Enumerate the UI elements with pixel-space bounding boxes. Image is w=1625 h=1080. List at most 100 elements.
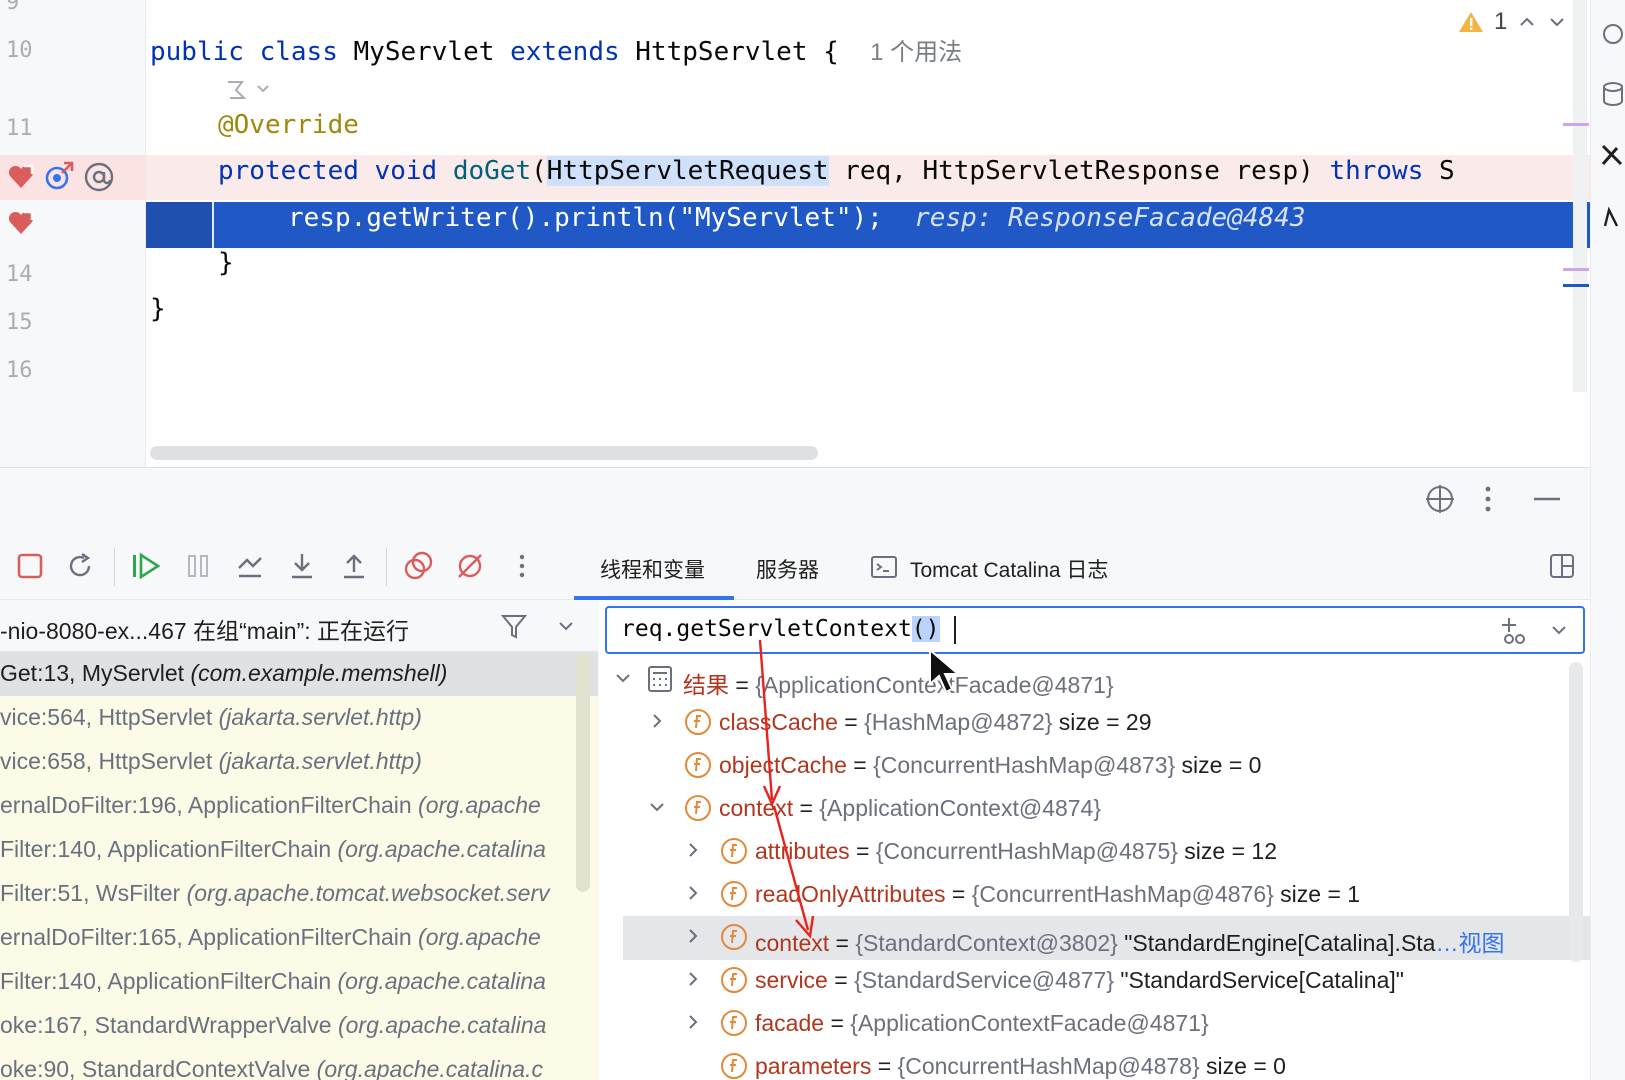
chevron-right-icon[interactable]: [683, 969, 703, 989]
stop-button[interactable]: [12, 548, 48, 584]
chevron-down-icon[interactable]: [1547, 12, 1567, 32]
stack-frame[interactable]: vice:564, HttpServlet (jakarta.servlet.h…: [0, 696, 598, 740]
tree-row-field[interactable]: parameters = {ConcurrentHashMap@4878} si…: [599, 1045, 1590, 1080]
tab-tomcat-log[interactable]: Tomcat Catalina 日志: [910, 554, 1108, 584]
chevron-right-icon[interactable]: [683, 1012, 703, 1032]
view-link[interactable]: …视图: [1435, 930, 1504, 956]
step-over-icon: [238, 557, 262, 578]
field-icon: [721, 838, 747, 864]
tree-row-field[interactable]: objectCache = {ConcurrentHashMap@4873} s…: [599, 744, 1590, 788]
chevron-right-icon[interactable]: [647, 711, 667, 731]
layout-icon[interactable]: [1548, 552, 1576, 580]
chevron-down-icon[interactable]: [613, 668, 633, 688]
notifications-icon[interactable]: [1595, 20, 1623, 48]
add-watch-icon[interactable]: [1497, 616, 1529, 646]
warning-count: 1: [1494, 8, 1508, 35]
usage-hint[interactable]: 1 个用法: [870, 39, 962, 66]
method-breakpoint-icon[interactable]: [6, 162, 36, 192]
tree-row-field-selected[interactable]: context = {StandardContext@3802} "Standa…: [623, 916, 1590, 960]
mute-breakpoints-button[interactable]: [452, 548, 488, 584]
step-over-button[interactable]: [232, 548, 268, 584]
endpoint-icon[interactable]: [82, 160, 116, 194]
stop-icon: [17, 553, 43, 579]
editor-horizontal-scrollbar[interactable]: [150, 446, 818, 460]
ai-assistant-icon[interactable]: [1595, 142, 1623, 170]
stack-frame[interactable]: vice:658, HttpServlet (jakarta.servlet.h…: [0, 740, 598, 784]
step-out-button[interactable]: [336, 548, 372, 584]
line-number: 15: [6, 310, 33, 335]
chevron-down-icon[interactable]: [1549, 620, 1569, 640]
tree-row-result[interactable]: 结果 = {ApplicationContextFacade@4871}: [599, 658, 1590, 702]
maven-icon[interactable]: [1595, 204, 1623, 232]
resume-button[interactable]: [128, 548, 164, 584]
frames-pane: -nio-8080-ex...467 在组“main”: 正在运行 Get:13…: [0, 600, 598, 1080]
tree-row-field[interactable]: classCache = {HashMap@4872} size = 29: [599, 701, 1590, 745]
code-editor[interactable]: 9 10 11 14 15 16 public class MyServlet …: [0, 0, 1590, 467]
chevron-down-icon[interactable]: [647, 797, 667, 817]
frames-scrollbar[interactable]: [576, 652, 590, 892]
database-icon[interactable]: [1595, 80, 1623, 108]
debug-tool-window: 线程和变量 服务器 Tomcat Catalina 日志 -nio-8080-e…: [0, 467, 1590, 1080]
mouse-cursor-icon: [929, 648, 961, 694]
variables-scrollbar[interactable]: [1569, 662, 1583, 962]
field-icon: [721, 1053, 747, 1079]
chevron-up-icon[interactable]: [1517, 12, 1537, 32]
execution-line-indent: [146, 202, 214, 248]
filter-icon[interactable]: [500, 612, 528, 640]
crosshair-icon[interactable]: [1424, 483, 1456, 515]
change-marker: [1563, 268, 1589, 271]
chevron-down-icon[interactable]: [556, 616, 576, 636]
tree-row-field[interactable]: service = {StandardService@4877} "Standa…: [599, 959, 1590, 1003]
evaluate-expression-input[interactable]: req.getServletContext(): [605, 606, 1585, 654]
toolbar-separator: [114, 548, 115, 586]
rerun-button[interactable]: [62, 548, 98, 584]
tree-row-field[interactable]: readOnlyAttributes = {ConcurrentHashMap@…: [599, 873, 1590, 917]
stack-frame[interactable]: ernalDoFilter:196, ApplicationFilterChai…: [0, 784, 598, 828]
inspection-widget[interactable]: 1: [1458, 8, 1567, 36]
stack-frame[interactable]: oke:90, StandardContextValve (org.apache…: [0, 1048, 598, 1080]
right-tool-strip: [1590, 0, 1625, 1080]
pause-button[interactable]: [180, 548, 216, 584]
mute-breakpoints-icon: [458, 554, 482, 578]
change-marker: [1563, 123, 1589, 126]
line-breakpoint-icon[interactable]: [6, 208, 36, 238]
chevron-right-icon[interactable]: [683, 926, 703, 946]
more-vertical-icon: [519, 554, 525, 578]
stack-frame[interactable]: Filter:51, WsFilter (org.apache.tomcat.w…: [0, 872, 598, 916]
console-icon: [871, 556, 897, 578]
thread-selector[interactable]: -nio-8080-ex...467 在组“main”: 正在运行: [0, 600, 598, 652]
rerun-icon: [69, 553, 91, 577]
chevron-right-icon[interactable]: [683, 840, 703, 860]
stack-frame[interactable]: Get:13, MyServlet (com.example.memshell): [0, 652, 598, 696]
tab-services[interactable]: 服务器: [756, 554, 819, 584]
text-caret: [954, 616, 956, 644]
panel-header: [0, 468, 1590, 534]
view-breakpoints-button[interactable]: [400, 548, 436, 584]
editor-vertical-scrollbar[interactable]: [1573, 0, 1587, 392]
more-actions-button[interactable]: [504, 548, 540, 584]
field-icon: [685, 795, 711, 821]
step-out-icon: [344, 554, 364, 579]
ai-inspect-icon[interactable]: [222, 76, 278, 104]
expression-text: req.getServletContext(): [621, 616, 940, 642]
line-number: 11: [6, 116, 33, 141]
field-icon: [685, 752, 711, 778]
override-method-icon[interactable]: [42, 159, 76, 193]
stack-frames-list: Get:13, MyServlet (com.example.memshell)…: [0, 652, 598, 1080]
line-number: 16: [6, 358, 33, 383]
stack-frame[interactable]: Filter:140, ApplicationFilterChain (org.…: [0, 828, 598, 872]
minimize-icon[interactable]: [1532, 483, 1562, 515]
tab-threads-variables[interactable]: 线程和变量: [600, 554, 705, 584]
stack-frame[interactable]: Filter:140, ApplicationFilterChain (org.…: [0, 960, 598, 1004]
stack-frame[interactable]: ernalDoFilter:165, ApplicationFilterChai…: [0, 916, 598, 960]
step-into-button[interactable]: [284, 548, 320, 584]
field-icon: [721, 1010, 747, 1036]
tree-row-field[interactable]: context = {ApplicationContext@4874}: [599, 787, 1590, 831]
chevron-right-icon[interactable]: [683, 883, 703, 903]
line-number: 10: [6, 38, 33, 63]
tree-row-field[interactable]: facade = {ApplicationContextFacade@4871}: [599, 1002, 1590, 1046]
variables-pane: req.getServletContext() 结果 = {Applicatio…: [599, 600, 1590, 1080]
more-options-icon[interactable]: [1482, 483, 1494, 515]
stack-frame[interactable]: oke:167, StandardWrapperValve (org.apach…: [0, 1004, 598, 1048]
tree-row-field[interactable]: attributes = {ConcurrentHashMap@4875} si…: [599, 830, 1590, 874]
